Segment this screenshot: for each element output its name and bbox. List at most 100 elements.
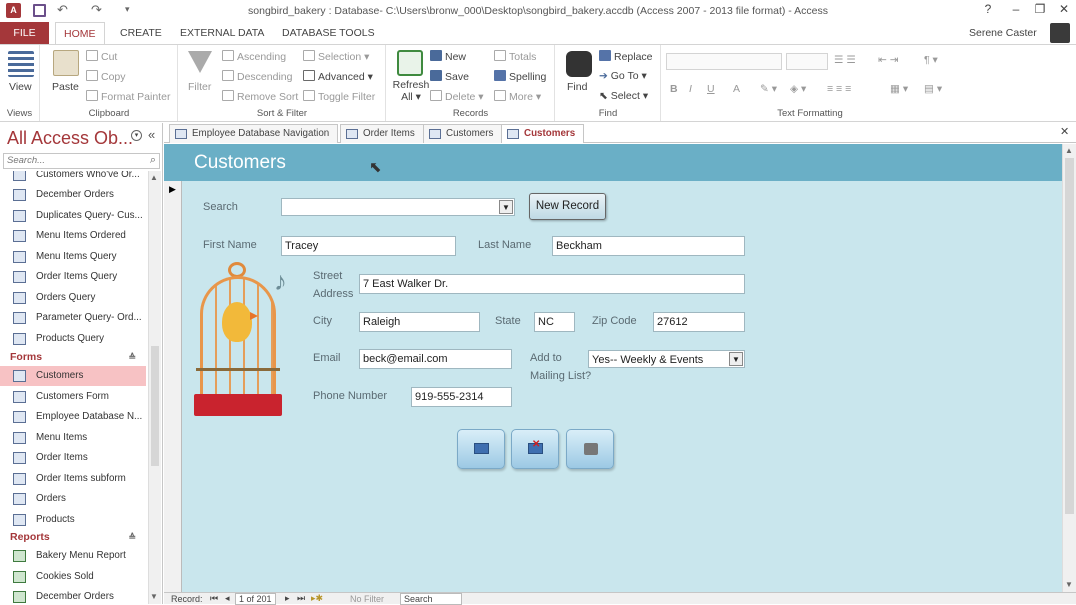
tab-file[interactable]: FILE xyxy=(0,22,49,44)
list-item[interactable]: December Orders xyxy=(0,587,146,604)
font-size-dropdown[interactable] xyxy=(786,53,828,70)
first-name-field[interactable]: Tracey xyxy=(281,236,456,256)
nav-menu-icon[interactable]: ▾ xyxy=(131,130,142,141)
toggle-filter-button[interactable]: Toggle Filter xyxy=(303,90,375,103)
phone-field[interactable]: 919-555-2314 xyxy=(411,387,512,407)
indent-icon[interactable]: ⇤ ⇥ xyxy=(878,54,899,66)
mailing-list-combo[interactable]: Yes-- Weekly & Events ▼ xyxy=(588,350,745,368)
align-icons[interactable]: ≡ ≡ ≡ xyxy=(827,83,851,95)
save-record-button[interactable]: Save xyxy=(430,70,469,83)
underline-button[interactable]: U xyxy=(707,83,715,95)
list-item[interactable]: Menu Items Query xyxy=(0,247,146,267)
view-icon[interactable] xyxy=(8,51,34,77)
email-field[interactable]: beck@email.com xyxy=(359,349,512,369)
collapse-nav-icon[interactable]: « xyxy=(148,127,155,142)
list-item[interactable]: Order Items subform xyxy=(0,469,146,489)
record-selector[interactable]: ▶ xyxy=(164,181,182,592)
alternate-row-color-icon[interactable]: ▤ ▾ xyxy=(924,83,942,95)
binoculars-icon[interactable] xyxy=(566,51,592,77)
list-item[interactable]: Menu Items Ordered xyxy=(0,226,146,246)
filter-button[interactable]: Filter xyxy=(188,81,211,93)
last-name-field[interactable]: Beckham xyxy=(552,236,745,256)
first-record-icon[interactable]: ⏮ xyxy=(210,593,218,604)
list-item[interactable]: Customers xyxy=(0,366,146,386)
totals-button[interactable]: Totals xyxy=(494,50,536,63)
help-button[interactable]: ? xyxy=(977,2,999,20)
list-item[interactable]: Customers Who've Or... xyxy=(0,171,146,185)
paste-button[interactable]: Paste xyxy=(52,81,79,93)
scroll-thumb[interactable] xyxy=(151,346,159,466)
collapse-section-icon[interactable]: ≙ xyxy=(128,528,136,546)
list-item[interactable]: Products Query xyxy=(0,329,146,349)
font-color-button[interactable]: A xyxy=(733,83,740,95)
list-item[interactable]: Employee Database N... xyxy=(0,407,146,427)
filter-icon[interactable] xyxy=(188,51,212,73)
collapse-section-icon[interactable]: ≙ xyxy=(128,348,136,366)
close-document-icon[interactable]: ✕ xyxy=(1060,125,1069,138)
list-item[interactable]: Order Items xyxy=(0,448,146,468)
tab-database-tools[interactable]: DATABASE TOOLS xyxy=(274,22,383,44)
record-position[interactable]: 1 of 201 xyxy=(235,593,276,605)
nav-pane-title[interactable]: All Access Ob... xyxy=(7,128,133,149)
format-painter-button[interactable]: Format Painter xyxy=(86,90,170,103)
replace-button[interactable]: Replace xyxy=(599,50,653,63)
gridlines-icon[interactable]: ▦ ▾ xyxy=(890,83,908,95)
tab-create[interactable]: CREATE xyxy=(112,22,170,44)
paragraph-direction-icon[interactable]: ¶ ▾ xyxy=(924,54,938,66)
list-item[interactable]: Cookies Sold xyxy=(0,567,146,587)
bullets-icon[interactable]: ☰ ☰ xyxy=(834,54,856,66)
nav-search-input[interactable]: Search... ⌕ xyxy=(3,153,160,169)
scroll-thumb[interactable] xyxy=(1065,158,1074,514)
tab-home[interactable]: HOME xyxy=(55,22,105,45)
list-item[interactable]: Products xyxy=(0,510,146,530)
status-search-input[interactable]: Search xyxy=(400,593,462,605)
doc-tab-employee-navigation[interactable]: Employee Database Navigation xyxy=(169,124,339,143)
list-item[interactable]: Customers Form xyxy=(0,387,146,407)
search-icon[interactable]: ⌕ xyxy=(150,154,156,167)
scroll-down-icon[interactable]: ▼ xyxy=(1065,580,1073,589)
list-item[interactable]: Order Items Query xyxy=(0,267,146,287)
cut-button[interactable]: Cut xyxy=(86,50,117,63)
ascending-button[interactable]: Ascending xyxy=(222,50,286,63)
list-item[interactable]: Orders xyxy=(0,489,146,509)
no-filter-indicator[interactable]: No Filter xyxy=(350,594,384,604)
minimize-button[interactable]: ‒ xyxy=(1005,2,1027,20)
goto-button[interactable]: ➔ Go To ▾ xyxy=(599,70,647,82)
highlight-icon[interactable]: ✎ ▾ xyxy=(760,83,777,95)
delete-record-form-button[interactable]: ✕ xyxy=(511,429,559,469)
spelling-button[interactable]: Spelling xyxy=(494,70,546,83)
scroll-up-icon[interactable]: ▲ xyxy=(1065,146,1073,155)
copy-button[interactable]: Copy xyxy=(86,70,126,83)
last-record-icon[interactable]: ⏭ xyxy=(297,593,305,604)
descending-button[interactable]: Descending xyxy=(222,70,292,83)
delete-button[interactable]: Delete ▾ xyxy=(430,90,484,103)
city-field[interactable]: Raleigh xyxy=(359,312,480,332)
close-window-button[interactable]: ✕ xyxy=(1053,2,1075,20)
next-record-icon[interactable]: ▸ xyxy=(285,593,290,604)
nav-scrollbar[interactable]: ▲ ▼ xyxy=(148,171,161,604)
italic-button[interactable]: I xyxy=(689,83,692,95)
doc-tab-customers-table[interactable]: Customers xyxy=(423,124,503,143)
fill-color-icon[interactable]: ◈ ▾ xyxy=(790,83,806,95)
list-item[interactable]: Orders Query xyxy=(0,288,146,308)
select-button[interactable]: ⬉ Select ▾ xyxy=(599,90,648,102)
list-item[interactable]: December Orders xyxy=(0,185,146,205)
list-item[interactable]: Menu Items xyxy=(0,428,146,448)
chevron-down-icon[interactable]: ▼ xyxy=(729,352,743,366)
list-item[interactable]: Bakery Menu Report xyxy=(0,546,146,566)
view-button[interactable]: View xyxy=(9,81,32,93)
selection-button[interactable]: Selection ▾ xyxy=(303,50,369,63)
bold-button[interactable]: B xyxy=(670,83,678,95)
form-vertical-scrollbar[interactable]: ▲ ▼ xyxy=(1062,144,1076,592)
find-button[interactable]: Find xyxy=(567,81,587,93)
scroll-down-icon[interactable]: ▼ xyxy=(150,592,158,601)
font-name-dropdown[interactable] xyxy=(666,53,782,70)
search-combo[interactable]: ▼ xyxy=(281,198,515,216)
advanced-button[interactable]: Advanced ▾ xyxy=(303,70,373,83)
refresh-icon[interactable] xyxy=(397,50,423,76)
remove-sort-button[interactable]: Remove Sort xyxy=(222,90,298,103)
print-record-form-button[interactable] xyxy=(566,429,614,469)
previous-record-icon[interactable]: ◂ xyxy=(225,593,230,604)
tab-external-data[interactable]: EXTERNAL DATA xyxy=(172,22,272,44)
chevron-down-icon[interactable]: ▼ xyxy=(499,200,513,214)
